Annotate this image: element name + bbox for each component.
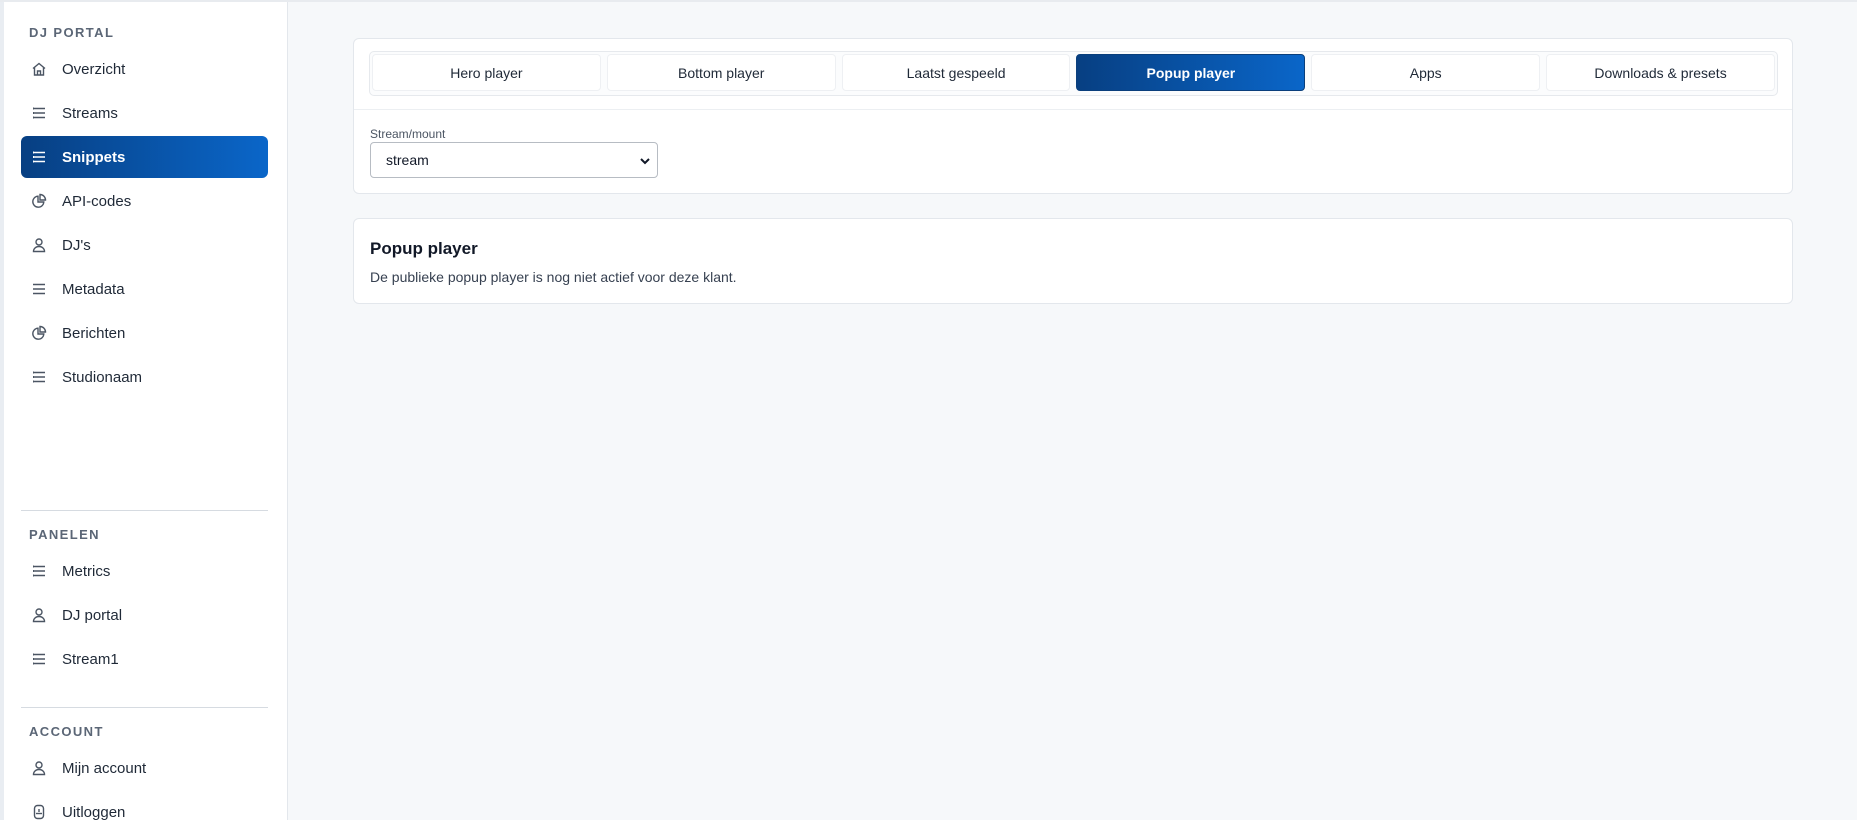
sidebar-item-label: Metadata	[62, 280, 125, 298]
pie-chart-icon	[30, 192, 48, 210]
sidebar-item-label: DJ's	[62, 236, 91, 254]
stream-mount-label: Stream/mount	[370, 127, 446, 141]
home-icon	[30, 60, 48, 78]
sidebar-item-label: Metrics	[62, 562, 111, 580]
sidebar-item-overzicht[interactable]: Overzicht	[21, 48, 268, 90]
sidebar-item-streams[interactable]: Streams	[21, 92, 268, 134]
section-title-panelen: PANELEN	[29, 527, 100, 542]
sidebar-divider	[21, 510, 268, 511]
sidebar-item-berichten[interactable]: Berichten	[21, 312, 268, 354]
sidebar-item-label: Mijn account	[62, 759, 147, 777]
tab-downloads-presets[interactable]: Downloads & presets	[1546, 54, 1775, 91]
chevron-down-icon	[640, 158, 650, 165]
main-content: Hero player Bottom player Laatst gespeel…	[288, 0, 1857, 820]
user-icon	[30, 606, 48, 624]
info-card-title: Popup player	[370, 239, 478, 258]
sidebar-item-label: DJ portal	[62, 606, 123, 624]
section-title-dj-portal: DJ PORTAL	[29, 25, 115, 40]
sidebar-item-metadata[interactable]: Metadata	[21, 268, 268, 310]
sidebar-item-label: Uitloggen	[62, 803, 126, 820]
sidebar-item-snippets[interactable]: Snippets	[21, 136, 268, 178]
list-icon	[30, 280, 48, 298]
sidebar-item-uitloggen[interactable]: Uitloggen	[21, 791, 268, 820]
sidebar-top-edge	[0, 0, 288, 2]
sidebar-item-mijn-account[interactable]: Mijn account	[21, 747, 268, 789]
sidebar-item-api-codes[interactable]: API-codes	[21, 180, 268, 222]
sidebar-item-studionaam[interactable]: Studionaam	[21, 356, 268, 398]
list-icon	[30, 148, 48, 166]
list-icon	[30, 650, 48, 668]
sidebar-item-label: Berichten	[62, 324, 126, 342]
list-icon	[30, 368, 48, 386]
tab-apps[interactable]: Apps	[1311, 54, 1541, 91]
sidebar-item-metrics[interactable]: Metrics	[21, 550, 268, 592]
tab-bottom-player[interactable]: Bottom player	[606, 54, 836, 91]
sidebar-item-label: Stream1	[62, 650, 119, 668]
pie-chart-icon	[30, 324, 48, 342]
tabs-separator	[354, 109, 1792, 110]
info-card-text: De publieke popup player is nog niet act…	[370, 269, 737, 285]
stream-mount-value: stream	[386, 152, 429, 168]
stream-mount-select[interactable]: stream	[370, 142, 658, 178]
section-title-account: ACCOUNT	[29, 724, 104, 739]
sidebar-item-label: Studionaam	[62, 368, 143, 386]
list-icon	[30, 562, 48, 580]
sidebar-item-label: Streams	[62, 104, 118, 122]
tab-hero-player[interactable]: Hero player	[372, 54, 601, 91]
sidebar-item-label: Overzicht	[62, 60, 126, 78]
sidebar-item-dj-portal[interactable]: DJ portal	[21, 594, 268, 636]
user-icon	[30, 236, 48, 254]
popup-player-info-card: Popup player De publieke popup player is…	[353, 218, 1793, 304]
tab-popup-player[interactable]: Popup player	[1076, 54, 1306, 91]
snippets-tabs-card: Hero player Bottom player Laatst gespeel…	[353, 38, 1793, 194]
sidebar-item-stream1[interactable]: Stream1	[21, 638, 268, 680]
tabs-bar: Hero player Bottom player Laatst gespeel…	[369, 51, 1778, 96]
sidebar-divider	[21, 707, 268, 708]
sidebar-item-label: Snippets	[62, 148, 126, 166]
list-icon	[30, 104, 48, 122]
user-icon	[30, 759, 48, 777]
logout-icon	[30, 803, 48, 820]
main-top-edge	[288, 0, 1857, 2]
sidebar: DJ PORTAL Overzicht Streams Snippets API…	[0, 0, 288, 820]
sidebar-item-djs[interactable]: DJ's	[21, 224, 268, 266]
tab-laatst-gespeeld[interactable]: Laatst gespeeld	[841, 54, 1071, 91]
sidebar-item-label: API-codes	[62, 192, 132, 210]
